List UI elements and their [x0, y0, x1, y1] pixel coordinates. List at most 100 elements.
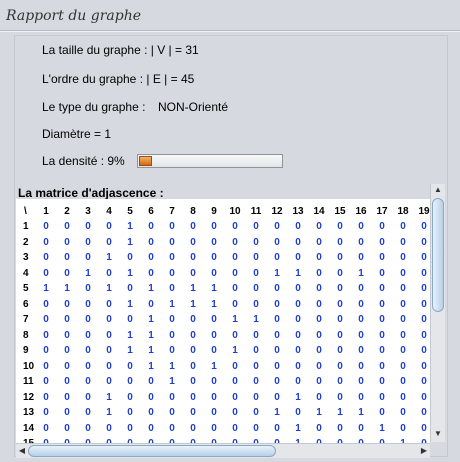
matrix-cell: 0: [295, 283, 301, 294]
matrix-cell: 0: [127, 422, 133, 434]
matrix-cell: 0: [232, 391, 238, 403]
matrix-cell: 0: [106, 422, 112, 434]
matrix-cell: 0: [379, 391, 385, 403]
matrix-cell: 0: [253, 283, 259, 294]
matrix-cell: 0: [43, 298, 49, 310]
density-label: La densité : 9%: [42, 154, 125, 168]
matrix-cell: 0: [85, 298, 91, 310]
matrix-cell: 0: [253, 345, 259, 356]
matrix-cell: 0: [211, 314, 217, 325]
arrow-right-icon[interactable]: ▶: [418, 444, 430, 457]
arrow-down-icon[interactable]: ▼: [432, 428, 444, 440]
matrix-cell: 0: [43, 329, 49, 341]
matrix-cell: 0: [43, 376, 49, 387]
matrix-cell: 0: [274, 329, 280, 341]
matrix-cell: 1: [127, 221, 133, 232]
matrix-cell: 1: [316, 407, 322, 418]
matrix-cell: 0: [204, 436, 224, 443]
matrix-cell: 0: [148, 391, 154, 403]
matrix-cell: 0: [106, 314, 112, 325]
arrow-left-icon[interactable]: ◀: [16, 444, 28, 457]
matrix-cell: 0: [337, 360, 343, 372]
matrix-cell: 0: [379, 267, 385, 279]
matrix-cell: 0: [64, 422, 70, 434]
matrix-cell: 0: [106, 298, 112, 310]
matrix-cell: 0: [400, 329, 406, 341]
matrix-cell: 0: [379, 329, 385, 341]
matrix-cell: 0: [316, 252, 322, 263]
matrix-cell: 0: [43, 236, 49, 248]
matrix-cell: 0: [421, 221, 427, 232]
matrix-cell: 0: [169, 236, 175, 248]
matrix-row: 10 0 0 0 0 0 1 1 0 1 0 0 0 0 0 0 0 0 0 0: [16, 359, 430, 374]
matrix-cell: 0: [43, 422, 49, 434]
matrix-cell: 0: [148, 252, 154, 263]
matrix-column-header: 18: [397, 206, 409, 217]
matrix-cell: 0: [43, 314, 49, 325]
matrix-row: 40010100000011001000: [16, 266, 430, 281]
matrix-cell: 0: [337, 422, 343, 434]
matrix-column-header: 16: [355, 206, 367, 217]
matrix-cell: 0: [148, 236, 154, 248]
matrix-cell: 0: [400, 298, 406, 310]
matrix-cell: 0: [190, 407, 196, 418]
matrix-cell: 1: [288, 436, 308, 443]
matrix-cell: 0: [211, 422, 217, 434]
vertical-scrollbar[interactable]: ▲ ▼: [430, 184, 445, 442]
matrix-cell: 0: [106, 360, 112, 372]
graph-type-value: NON-Orienté: [158, 100, 229, 114]
matrix-cell: 0: [379, 283, 385, 294]
matrix-cell: 0: [421, 236, 427, 248]
matrix-cell: 0: [295, 221, 301, 232]
vertical-scroll-thumb[interactable]: [432, 198, 444, 312]
matrix-cell: 0: [64, 298, 70, 310]
matrix-cell: 0: [400, 236, 406, 248]
matrix-cell: 1: [232, 314, 238, 325]
matrix-cell: 0: [190, 252, 196, 263]
matrix-cell: 0: [232, 329, 238, 341]
matrix-cell: 1: [106, 391, 112, 403]
matrix-cell: 0: [316, 298, 322, 310]
matrix-cell: 0: [372, 436, 392, 443]
matrix-cell: 0: [99, 436, 119, 443]
matrix-cell: 0: [316, 329, 322, 341]
matrix-cell: 1: [253, 314, 259, 325]
matrix-cell: 0: [43, 407, 49, 418]
matrix-cell: 0: [169, 314, 175, 325]
matrix-cell: 0: [232, 376, 238, 387]
matrix-cell: 0: [127, 391, 133, 403]
matrix-cell: 0: [316, 283, 322, 294]
matrix-cell: 0: [400, 345, 406, 356]
matrix-cell: 1: [148, 283, 154, 294]
matrix-cell: 1: [211, 298, 217, 310]
horizontal-scroll-thumb[interactable]: [28, 445, 276, 457]
matrix-cell: 0: [169, 329, 175, 341]
matrix-row: 80000110000000000000: [16, 328, 430, 343]
matrix-cell: 0: [337, 345, 343, 356]
arrow-up-icon[interactable]: ▲: [432, 184, 444, 196]
matrix-cell: 0: [274, 236, 280, 248]
matrix-cell: 0: [358, 298, 364, 310]
matrix-cell: 0: [232, 267, 238, 279]
matrix-cell: 0: [400, 360, 406, 372]
matrix-row: 150000000000001000010: [16, 436, 430, 443]
matrix-cell: 0: [337, 267, 343, 279]
matrix-cell: 0: [211, 391, 217, 403]
matrix-cell: 0: [253, 298, 259, 310]
matrix-cell: 0: [337, 236, 343, 248]
matrix-cell: 0: [127, 376, 133, 387]
matrix-cell: 0: [421, 422, 427, 434]
matrix-column-header: 19: [418, 206, 430, 217]
matrix-cell: 0: [232, 298, 238, 310]
matrix-cell: 0: [309, 436, 329, 443]
matrix-cell: 0: [295, 360, 301, 372]
matrix-cell: 0: [316, 236, 322, 248]
matrix-cell: 0: [127, 283, 133, 294]
matrix-cell: 0: [414, 436, 430, 443]
matrix-row: 90000110001000000000: [16, 343, 430, 358]
horizontal-scrollbar[interactable]: ◀ ▶: [16, 443, 430, 458]
matrix-cell: 0: [253, 267, 259, 279]
matrix-cell: 0: [337, 283, 343, 294]
matrix-cell: 0: [64, 236, 70, 248]
matrix-cell: 0: [253, 329, 259, 341]
